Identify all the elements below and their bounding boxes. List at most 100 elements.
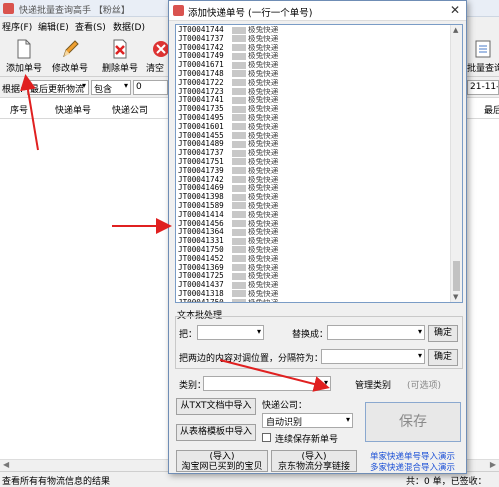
redacted-digits	[232, 132, 246, 140]
tracking-company: 极兔快递	[248, 201, 279, 210]
redacted-digits	[232, 281, 246, 289]
import-table-button[interactable]: 从表格模板中导入	[176, 424, 256, 441]
clear-button[interactable]: 清空	[142, 37, 168, 75]
optional-hint: (可选项)	[407, 381, 442, 391]
tracking-company: 极兔快递	[248, 113, 279, 122]
tracking-company: 极兔快递	[248, 78, 279, 87]
redacted-digits	[232, 88, 246, 96]
tracking-number: JT00041742	[178, 43, 224, 52]
clear-icon	[153, 41, 168, 57]
chevron-down-icon: ▾	[81, 81, 86, 90]
col-tracking-number[interactable]: 快递单号	[55, 103, 91, 116]
redacted-digits	[232, 264, 246, 272]
redacted-digits	[232, 290, 246, 298]
menu-edit[interactable]: 编辑(E)	[38, 20, 69, 33]
redacted-digits	[232, 114, 246, 122]
close-icon[interactable]: ✕	[450, 3, 460, 17]
taobao-line1: (导入)	[209, 452, 235, 462]
redacted-digits	[232, 184, 246, 192]
menu-data[interactable]: 数据(D)	[113, 20, 145, 33]
tracking-number: JT00041739	[178, 166, 224, 175]
tracking-company: 极兔快递	[248, 228, 279, 237]
tracking-line: JT00041398 极兔快递	[178, 193, 448, 202]
tracking-company: 极兔快递	[248, 219, 279, 228]
col-courier[interactable]: 快递公司	[112, 103, 148, 116]
delete-number-button[interactable]: 删除单号	[98, 37, 142, 75]
tracking-number: JT00041671	[178, 61, 224, 70]
tracking-number: JT00041723	[178, 87, 224, 96]
tracking-number-textarea[interactable]: JT00041744 极兔快递 JT00041737 极兔快递 JT00041742 极兔…	[175, 24, 463, 303]
filter-field-select[interactable]: 最后更新物流 ▾	[27, 80, 89, 95]
tracking-line: JT00041749 极兔快递	[178, 52, 448, 61]
tracking-number: JT00041364	[178, 228, 224, 237]
tracking-line: JT00041737 极兔快递	[178, 149, 448, 158]
tracking-number: JT00041414	[178, 210, 224, 219]
col-last[interactable]: 最后	[484, 103, 499, 116]
import-txt-button[interactable]: 从TXT文档中导入	[176, 398, 256, 415]
import-jd-button[interactable]: (导入) 京东物流分享链接	[271, 450, 357, 472]
tracking-number: JT00041589	[178, 201, 224, 210]
tracking-line: JT00041452 极兔快递	[178, 255, 448, 264]
clear-label: 清空	[146, 64, 165, 74]
tracking-company: 极兔快递	[248, 175, 279, 184]
tracking-company: 极兔快递	[248, 281, 279, 290]
main-menu-bar: 程序(F) 编辑(E) 查看(S) 数据(D)	[0, 17, 175, 34]
scroll-thumb[interactable]	[453, 261, 460, 291]
replace-confirm-button[interactable]: 确定	[428, 325, 458, 342]
tracking-number: JT00041751	[178, 157, 224, 166]
menu-view[interactable]: 查看(S)	[75, 20, 106, 33]
add-number-button[interactable]: 添加单号	[2, 37, 46, 75]
batch-query-button[interactable]: 批量查询	[466, 37, 499, 75]
tracking-line: JT00041456 极兔快递	[178, 220, 448, 229]
tracking-company: 极兔快递	[248, 289, 279, 298]
date-value: 21-11-26	[470, 82, 499, 92]
replace-from-select[interactable]: ▾	[197, 325, 264, 340]
add-tracking-dialog: 添加快递单号 (一行一个单号) ✕ JT00041744 极兔快递 JT000417…	[168, 0, 467, 474]
filter-value-input[interactable]: 0	[133, 80, 168, 95]
import-taobao-button[interactable]: (导入) 淘宝网已买到的宝贝	[176, 450, 268, 472]
scroll-right-icon[interactable]: ▶	[490, 460, 496, 469]
scroll-down-icon[interactable]: ▼	[453, 293, 458, 301]
tracking-line: JT00041742 极兔快递	[178, 44, 448, 53]
swap-confirm-button[interactable]: 确定	[428, 349, 458, 366]
redacted-digits	[232, 35, 246, 43]
tracking-line: JT00041722 极兔快递	[178, 79, 448, 88]
tracking-number: JT00041725	[178, 272, 224, 281]
tracking-line: JT00041737 极兔快递	[178, 35, 448, 44]
continue-save-checkbox[interactable]	[262, 433, 271, 442]
chevron-down-icon: ▾	[256, 327, 261, 336]
chevron-down-icon: ▾	[345, 415, 350, 424]
vertical-scrollbar[interactable]: ▲ ▼	[450, 25, 462, 302]
redacted-digits	[232, 167, 246, 175]
save-button[interactable]: 保存	[365, 402, 461, 442]
tracking-company: 极兔快递	[248, 299, 278, 302]
text-process-group: 把： ▾ 替换成： ▾ 确定 把两边的内容对调位置，分隔符为： ▾ 确定	[175, 316, 463, 369]
redacted-digits	[232, 149, 246, 157]
dialog-title-bar: 添加快递单号 (一行一个单号) ✕	[169, 1, 466, 21]
tracking-line: JT00041744 极兔快递	[178, 26, 448, 35]
replace-from-label: 把：	[179, 330, 198, 340]
date-input[interactable]: 21-11-26	[467, 80, 499, 95]
courier-select[interactable]: 自动识别 ▾	[262, 413, 353, 428]
mixed-import-demo-link[interactable]: 多家快递混合导入演示	[370, 461, 455, 473]
batch-icon	[475, 40, 491, 58]
separator-select[interactable]: ▾	[321, 349, 425, 364]
dialog-title: 添加快递单号 (一行一个单号)	[188, 8, 313, 19]
scroll-up-icon[interactable]: ▲	[453, 26, 458, 34]
tracking-line: JT00041455 极兔快递	[178, 132, 448, 141]
edit-number-button[interactable]: 修改单号	[48, 37, 92, 75]
redacted-digits	[232, 140, 246, 148]
redacted-digits	[232, 26, 246, 34]
col-index[interactable]: 序号	[10, 103, 28, 116]
chevron-down-icon: ▾	[323, 378, 328, 387]
scroll-left-icon[interactable]: ◀	[3, 460, 9, 469]
tracking-number: JT00041748	[178, 69, 224, 78]
tracking-line: JT00041589 极兔快递	[178, 202, 448, 211]
menu-program[interactable]: 程序(F)	[2, 20, 32, 33]
manage-category-link[interactable]: 管理类别	[355, 378, 391, 391]
replace-to-select[interactable]: ▾	[327, 325, 425, 340]
filter-op-select[interactable]: 包含 ▾	[91, 80, 131, 95]
tracking-number: JT00041735	[178, 105, 224, 114]
status-right: 共：0 单，已签收：	[406, 477, 487, 487]
category-select[interactable]: ▾	[203, 376, 331, 391]
